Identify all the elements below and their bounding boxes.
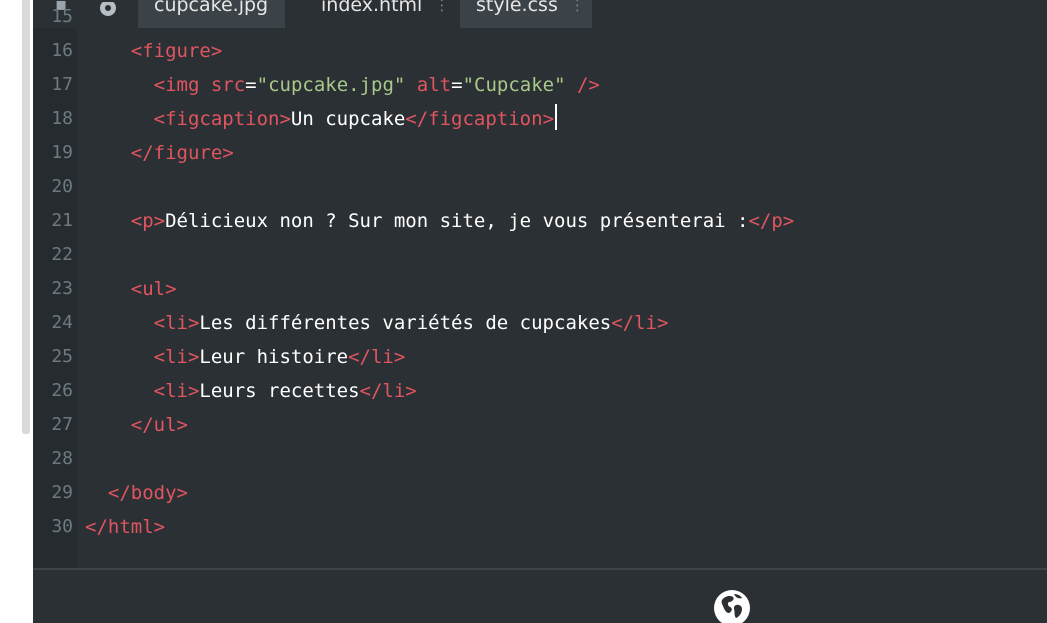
text-token: Les différentes variétés de cupcakes: [199, 312, 612, 334]
code-editor[interactable]: ▪ cupcake.jpg⋮ index.html⋮ style.css⋮ 15…: [33, 0, 1047, 623]
tag-token: </p>: [748, 210, 795, 232]
line-number: 26: [51, 380, 73, 401]
code-line[interactable]: 21 <p>Délicieux non ? Sur mon site, je v…: [33, 204, 1047, 238]
tag-token: src: [210, 74, 246, 96]
line-content[interactable]: <p>Délicieux non ? Sur mon site, je vous…: [85, 204, 794, 238]
line-number: 23: [51, 278, 73, 299]
code-line[interactable]: 30 </html>: [33, 510, 1047, 544]
line-content[interactable]: <ul>: [85, 272, 177, 306]
code-line[interactable]: 27 </ul>: [33, 408, 1047, 442]
line-content[interactable]: <figcaption>Un cupcake</figcaption>: [85, 102, 558, 136]
tag-token: <p>: [85, 210, 166, 232]
line-content[interactable]: <li>Leurs recettes</li>: [85, 374, 417, 408]
tag-token: </figcaption>: [405, 108, 555, 130]
text-cursor: [555, 104, 558, 130]
text-token: Leur histoire: [199, 346, 349, 368]
bottom-toolbar: [33, 570, 1047, 623]
code-line[interactable]: 19 </figure>: [33, 136, 1047, 170]
tag-token: </figure>: [85, 142, 234, 164]
tag-token: <figcaption>: [85, 108, 291, 130]
line-content[interactable]: <img src="cupcake.jpg" alt="Cupcake" />: [85, 68, 600, 102]
code-line[interactable]: 26 <li>Leurs recettes</li>: [33, 374, 1047, 408]
tag-token: </li>: [348, 346, 406, 368]
code-line[interactable]: 28: [33, 442, 1047, 476]
code-line[interactable]: 20: [33, 170, 1047, 204]
line-number: 29: [51, 482, 73, 503]
line-number: 30: [51, 516, 73, 537]
line-number: 20: [51, 176, 73, 197]
code-line[interactable]: 15: [33, 0, 1047, 34]
line-number: 28: [51, 448, 73, 469]
code-line[interactable]: 29 </body>: [33, 476, 1047, 510]
line-number: 25: [51, 346, 73, 367]
text-token: =: [245, 74, 257, 96]
tag-token: </body>: [85, 482, 188, 504]
line-number: 18: [51, 108, 73, 129]
line-number: 15: [51, 6, 73, 27]
tag-token: <figure>: [85, 40, 223, 62]
code-line[interactable]: 23 <ul>: [33, 272, 1047, 306]
code-line[interactable]: 18 <figcaption>Un cupcake</figcaption>: [33, 102, 1047, 136]
line-content[interactable]: <li>Les différentes variétés de cupcakes…: [85, 306, 669, 340]
string-token: "Cupcake": [462, 74, 566, 96]
tag-token: </html>: [85, 516, 166, 538]
text-token: =: [451, 74, 463, 96]
text-token: Un cupcake: [290, 108, 406, 130]
line-number: 19: [51, 142, 73, 163]
code-line[interactable]: 17 <img src="cupcake.jpg" alt="Cupcake" …: [33, 68, 1047, 102]
page-scrollbar[interactable]: [22, 0, 30, 434]
line-content[interactable]: </figure>: [85, 136, 234, 170]
line-number: 21: [51, 210, 73, 231]
tag-token: </ul>: [85, 414, 188, 436]
line-number: 17: [51, 74, 73, 95]
text-token: Leurs recettes: [199, 380, 360, 402]
line-content[interactable]: </body>: [85, 476, 188, 510]
tag-token: <li>: [85, 346, 200, 368]
tag-token: />: [565, 74, 600, 96]
code-line[interactable]: 24 <li>Les différentes variétés de cupca…: [33, 306, 1047, 340]
tag-token: <img: [85, 74, 211, 96]
code-line[interactable]: 16 <figure>: [33, 34, 1047, 68]
line-content[interactable]: <li>Leur histoire</li>: [85, 340, 406, 374]
tag-token: </li>: [359, 380, 417, 402]
text-token: Délicieux non ? Sur mon site, je vous pr…: [165, 210, 749, 232]
code-line[interactable]: 25 <li>Leur histoire</li>: [33, 340, 1047, 374]
line-content[interactable]: </html>: [85, 510, 165, 544]
tag-token: <li>: [85, 312, 200, 334]
line-content[interactable]: <figure>: [85, 34, 223, 68]
string-token: "cupcake.jpg": [256, 74, 406, 96]
globe-icon[interactable]: [714, 590, 750, 623]
code-line[interactable]: 22: [33, 238, 1047, 272]
line-number: 16: [51, 40, 73, 61]
line-number: 27: [51, 414, 73, 435]
line-content[interactable]: </ul>: [85, 408, 188, 442]
tag-token: alt: [405, 74, 452, 96]
line-number: 22: [51, 244, 73, 265]
tag-token: <ul>: [85, 278, 177, 300]
line-number: 24: [51, 312, 73, 333]
tag-token: </li>: [611, 312, 669, 334]
tag-token: <li>: [85, 380, 200, 402]
